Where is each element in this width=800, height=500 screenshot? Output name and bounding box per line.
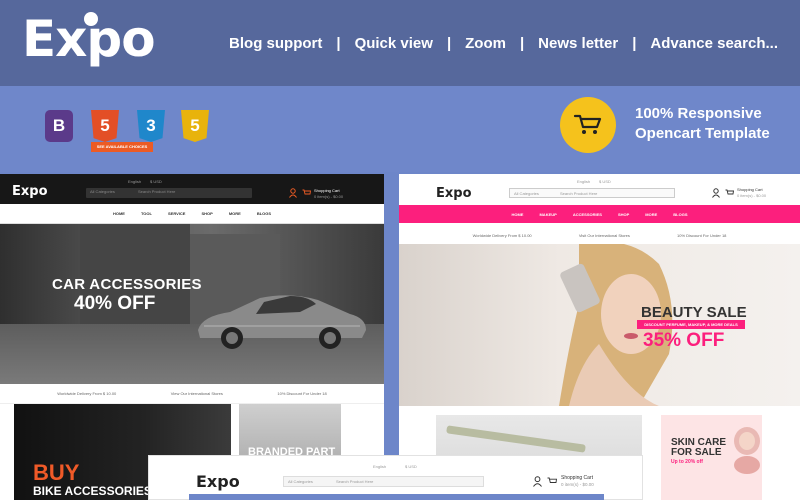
feature-advance-search[interactable]: Advance search... bbox=[648, 35, 780, 52]
mock-right-nav: HOME MAKEUP ACCESSORIES SHOP MORE BLOGS bbox=[399, 205, 800, 223]
mock-left-nav-item[interactable]: TOOL bbox=[141, 211, 152, 216]
html5-icon: 5 bbox=[91, 110, 119, 142]
responsive-text: 100% Responsive Opencart Template bbox=[635, 104, 770, 144]
logo-dot bbox=[84, 12, 98, 26]
mock-left-topbar: Expo English $ USD All Categories Search… bbox=[0, 174, 384, 204]
user-icon[interactable] bbox=[533, 476, 542, 487]
mock-right-search[interactable]: All Categories Search Product Here bbox=[509, 188, 675, 198]
mock-left-info-strip: Worldwide Delivery From $ 10.00 View Our… bbox=[0, 384, 384, 404]
cart-icon[interactable] bbox=[302, 189, 311, 197]
mock-right-info-strip: Worldwide Delivery From $ 10.00 Visit Ou… bbox=[399, 226, 800, 244]
mock-left-lang[interactable]: English bbox=[128, 179, 141, 184]
mock-right-lang[interactable]: English bbox=[577, 179, 590, 184]
feature-news-letter[interactable]: News letter bbox=[536, 35, 620, 52]
mock-bottom-nav-bar bbox=[189, 494, 604, 500]
info-stores[interactable]: View Our International Stores bbox=[171, 391, 223, 396]
see-available-choices-button[interactable]: SEE AVAILABLE CHOICES bbox=[91, 142, 153, 152]
mock-left-nav-item[interactable]: SHOP bbox=[201, 211, 212, 216]
skin-care-sub: Up to 20% off bbox=[671, 459, 703, 465]
mock-left-nav-item[interactable]: HOME bbox=[113, 211, 125, 216]
compact-powder-image bbox=[734, 427, 760, 474]
separator: | bbox=[336, 35, 341, 52]
mock-right-search-placeholder: Search Product Here bbox=[560, 191, 598, 196]
bike-promo-title: BIKE ACCESSORIES bbox=[33, 484, 152, 498]
mock-right-nav-item[interactable]: SHOP bbox=[618, 212, 629, 217]
pencil-shape bbox=[446, 425, 586, 453]
css3-icon: 3 bbox=[137, 110, 165, 142]
car-hero-title: CAR ACCESSORIES bbox=[52, 276, 202, 293]
mock-bottom-search[interactable]: All Categories Search Product Here bbox=[283, 476, 484, 487]
cart-glyph-icon bbox=[573, 114, 602, 134]
feature-zoom[interactable]: Zoom bbox=[463, 35, 508, 52]
beauty-store-preview: Expo English $ USD All Categories Search… bbox=[399, 174, 800, 500]
beauty-hero-banner: BEAUTY SALE DISCOUNT PERFUME, MAKEUP, & … bbox=[399, 244, 800, 406]
bottom-store-preview: Expo English $ USD All Categories Search… bbox=[148, 455, 643, 500]
bike-promo-buy: BUY bbox=[33, 460, 80, 485]
mock-left-nav-item[interactable]: BLOGS bbox=[257, 211, 271, 216]
feature-blog-support[interactable]: Blog support bbox=[227, 35, 324, 52]
mock-right-cart-title[interactable]: Shopping Cart bbox=[737, 187, 763, 192]
info-discount: 10% Discount For Under 18 bbox=[277, 391, 327, 396]
mock-bottom-search-placeholder: Search Product Here bbox=[336, 479, 374, 484]
beauty-hero-title: BEAUTY SALE bbox=[641, 304, 747, 321]
opencart-cart-icon bbox=[560, 97, 616, 153]
skin-care-line2: FOR SALE bbox=[671, 447, 722, 458]
separator: | bbox=[519, 35, 525, 52]
mock-left-search-category: All Categories bbox=[90, 189, 115, 194]
mock-left-currency[interactable]: $ USD bbox=[150, 179, 162, 184]
mock-left-nav-item[interactable]: SERVICE bbox=[168, 211, 186, 216]
info-delivery: Worldwide Delivery From $ 10.00 bbox=[57, 391, 117, 396]
mock-bottom-logo: Expo bbox=[196, 472, 240, 491]
info-stores[interactable]: Visit Our International Stores bbox=[579, 233, 630, 238]
mock-left-search[interactable]: All Categories Search Product Here bbox=[86, 188, 252, 198]
mock-right-logo: Expo bbox=[436, 186, 472, 201]
mock-left-logo: Expo bbox=[12, 184, 48, 199]
separator: | bbox=[446, 35, 452, 52]
sports-car-image bbox=[198, 295, 366, 349]
bootstrap-icon: B bbox=[45, 110, 73, 142]
mock-left-search-placeholder: Search Product Here bbox=[138, 189, 176, 194]
responsive-line1: 100% Responsive bbox=[635, 105, 762, 122]
user-icon[interactable] bbox=[289, 188, 297, 198]
mock-right-nav-item[interactable]: HOME bbox=[511, 212, 523, 217]
mock-right-nav-item[interactable]: BLOGS bbox=[673, 212, 687, 217]
mock-left-nav: HOME TOOL SERVICE SHOP MORE BLOGS bbox=[0, 204, 384, 224]
mock-left-cart-title[interactable]: Shopping Cart bbox=[314, 188, 340, 193]
skin-care-banner[interactable]: SKIN CARE FOR SALE Up to 20% off bbox=[661, 415, 762, 500]
info-delivery: Worldwide Delivery From $ 10.00 bbox=[472, 232, 532, 238]
mock-bottom-currency[interactable]: $ USD bbox=[405, 464, 417, 469]
beauty-hero-tag: DISCOUNT PERFUME, MAKEUP, & MORE DEALS bbox=[637, 320, 745, 329]
cart-icon[interactable] bbox=[725, 189, 734, 197]
mock-right-nav-item[interactable]: MORE bbox=[645, 212, 657, 217]
mock-right-nav-item[interactable]: MAKEUP bbox=[539, 212, 556, 217]
info-discount: 10% Discount For Under 18 bbox=[677, 232, 727, 238]
responsive-line2: Opencart Template bbox=[635, 125, 770, 142]
car-hero-discount: 40% OFF bbox=[74, 293, 156, 314]
cart-icon[interactable] bbox=[547, 477, 557, 486]
car-hero-banner: CAR ACCESSORIES 40% OFF bbox=[0, 224, 384, 384]
mock-bottom-lang[interactable]: English bbox=[373, 464, 386, 469]
features-nav: Blog support | Quick view | Zoom | News … bbox=[227, 35, 780, 52]
mock-left-cart-sub: 0 item(s) - $0.00 bbox=[314, 194, 344, 199]
car-store-preview: Expo English $ USD All Categories Search… bbox=[0, 174, 384, 500]
user-icon[interactable] bbox=[712, 188, 720, 198]
mock-bottom-cart-title[interactable]: Shopping Cart bbox=[561, 475, 593, 481]
js5-icon: 5 bbox=[181, 110, 209, 142]
mock-right-currency[interactable]: $ USD bbox=[599, 179, 611, 184]
skin-care-title: SKIN CARE FOR SALE bbox=[671, 438, 726, 458]
mock-right-cart-sub: 0 item(s) - $0.00 bbox=[737, 193, 767, 198]
beauty-hero-discount: 35% OFF bbox=[643, 330, 725, 351]
separator: | bbox=[632, 35, 637, 52]
mock-left-nav-item[interactable]: MORE bbox=[229, 211, 241, 216]
feature-quick-view[interactable]: Quick view bbox=[353, 35, 435, 52]
mock-bottom-search-category: All Categories bbox=[288, 479, 313, 484]
mock-bottom-cart-sub: 0 item(s) - $0.00 bbox=[561, 482, 594, 487]
mock-right-nav-item[interactable]: ACCESSORIES bbox=[573, 212, 602, 217]
mock-right-search-category: All Categories bbox=[514, 191, 539, 196]
